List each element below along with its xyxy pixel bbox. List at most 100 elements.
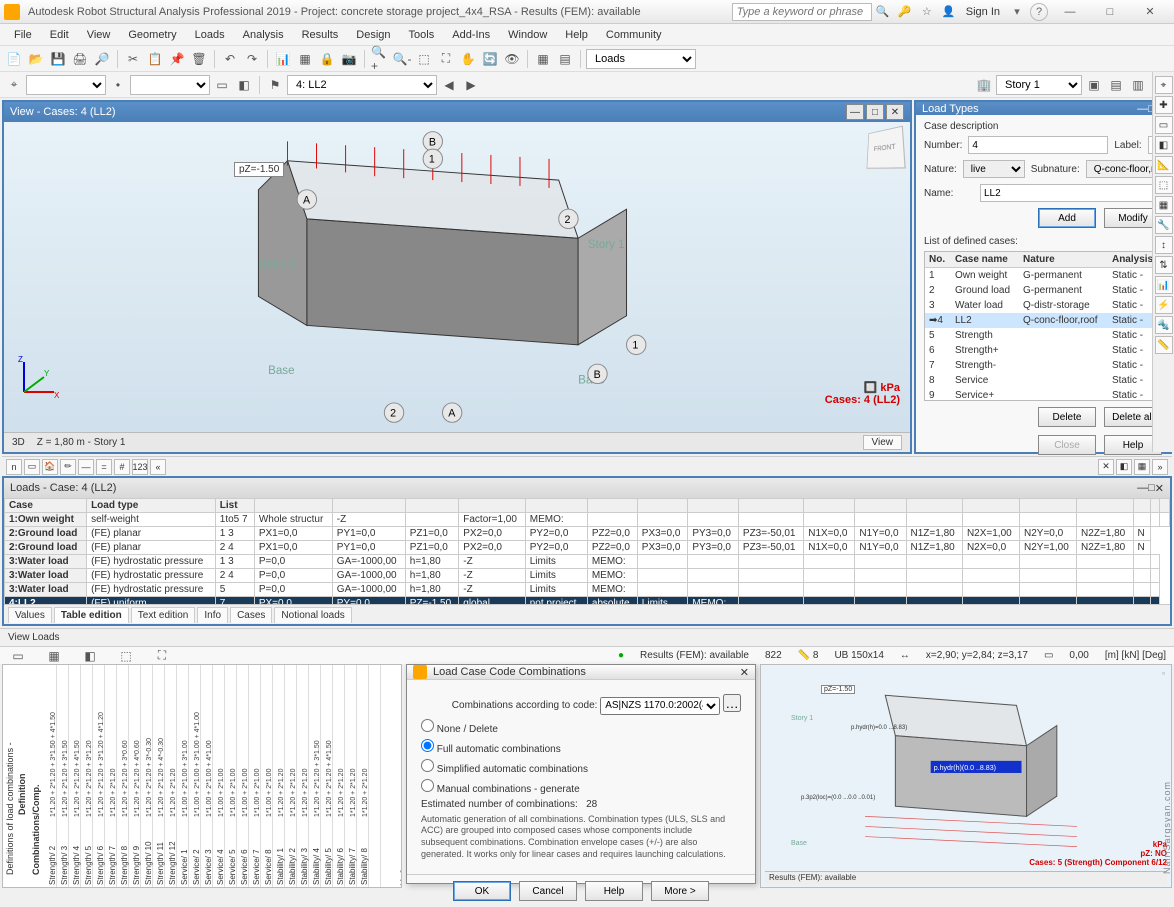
ib3-icon[interactable]: ◧ bbox=[80, 646, 100, 666]
st1-icon[interactable]: ▣ bbox=[1084, 75, 1104, 95]
tab-info[interactable]: Info bbox=[197, 607, 228, 623]
menu-tools[interactable]: Tools bbox=[401, 27, 443, 43]
user-icon[interactable]: 👤 bbox=[940, 3, 958, 21]
view-mode[interactable]: 3D bbox=[12, 437, 25, 448]
loads-table[interactable]: CaseLoad typeList1:Own weightself-weight… bbox=[4, 498, 1170, 604]
dlg-help-button[interactable]: Help bbox=[585, 881, 643, 901]
view-close-icon[interactable]: ✕ bbox=[886, 104, 904, 120]
menu-analysis[interactable]: Analysis bbox=[235, 27, 292, 43]
next-icon[interactable]: ▶ bbox=[461, 75, 481, 95]
tab-table-edition[interactable]: Table edition bbox=[54, 607, 129, 623]
menu-edit[interactable]: Edit bbox=[42, 27, 77, 43]
calc-icon[interactable]: 📊 bbox=[273, 49, 293, 69]
ib4-icon[interactable]: ⬚ bbox=[116, 646, 136, 666]
paste-icon[interactable]: 📌 bbox=[167, 49, 187, 69]
rs10-icon[interactable]: ⇅ bbox=[1155, 256, 1173, 274]
binoculars-icon[interactable]: 🔍 bbox=[874, 3, 892, 21]
save-icon[interactable]: 💾 bbox=[48, 49, 68, 69]
code-select[interactable]: AS|NZS 1170.0:2002(4 bbox=[600, 697, 720, 715]
case-row[interactable]: 5StrengthStatic - bbox=[925, 328, 1161, 343]
preview-panel[interactable]: p.hydr(h)(0.0 ..8.83) ▫ kPa pZ: NO Cases… bbox=[760, 664, 1172, 888]
tab-cases[interactable]: Cases bbox=[230, 607, 272, 623]
loads-row[interactable]: 1:Own weightself-weight1to5 7Whole struc… bbox=[5, 513, 1170, 527]
menu-geometry[interactable]: Geometry bbox=[120, 27, 184, 43]
selpanel-icon[interactable]: ▭ bbox=[212, 75, 232, 95]
zoomout-icon[interactable]: 🔍- bbox=[392, 49, 412, 69]
selobj-icon[interactable]: ◧ bbox=[234, 75, 254, 95]
rs9-icon[interactable]: ↕ bbox=[1155, 236, 1173, 254]
case-row[interactable]: 3Water loadQ-distr-storageStatic - bbox=[925, 298, 1161, 313]
rs11-icon[interactable]: 📊 bbox=[1155, 276, 1173, 294]
open-icon[interactable]: 📂 bbox=[26, 49, 46, 69]
navcube[interactable]: FRONT bbox=[867, 126, 906, 169]
vtr3-icon[interactable]: ▦ bbox=[1134, 459, 1150, 475]
layout-select[interactable]: Loads bbox=[586, 49, 696, 69]
case-row[interactable]: 9Service+Static - bbox=[925, 388, 1161, 401]
vtr2-icon[interactable]: ◧ bbox=[1116, 459, 1132, 475]
node-select[interactable] bbox=[130, 75, 210, 95]
add-button[interactable]: Add bbox=[1038, 208, 1096, 228]
case-select[interactable]: 4: LL2 bbox=[287, 75, 437, 95]
ok-button[interactable]: OK bbox=[453, 881, 511, 901]
maximize-button[interactable]: □ bbox=[1090, 2, 1130, 22]
pan-icon[interactable]: ✋ bbox=[458, 49, 478, 69]
vt6-icon[interactable]: = bbox=[96, 459, 112, 475]
rs12-icon[interactable]: ⚡ bbox=[1155, 296, 1173, 314]
vt9-icon[interactable]: « bbox=[150, 459, 166, 475]
lock-icon[interactable]: 🔒 bbox=[317, 49, 337, 69]
search-input[interactable] bbox=[732, 3, 872, 21]
vt7-icon[interactable]: # bbox=[114, 459, 130, 475]
vt3-icon[interactable]: 🏠 bbox=[42, 459, 58, 475]
vt2-icon[interactable]: ▭ bbox=[24, 459, 40, 475]
opt-man[interactable]: Manual combinations - generate bbox=[421, 784, 580, 795]
name-input[interactable] bbox=[980, 184, 1162, 202]
copy-icon[interactable]: 📋 bbox=[145, 49, 165, 69]
rotate-icon[interactable]: 🔄 bbox=[480, 49, 500, 69]
rs8-icon[interactable]: 🔧 bbox=[1155, 216, 1173, 234]
zoomfit-icon[interactable]: ⛶ bbox=[436, 49, 456, 69]
menu-addins[interactable]: Add-Ins bbox=[444, 27, 498, 43]
menu-loads[interactable]: Loads bbox=[187, 27, 233, 43]
case-row[interactable]: 8ServiceStatic - bbox=[925, 373, 1161, 388]
view-min-icon[interactable]: — bbox=[846, 104, 864, 120]
minimize-button[interactable]: — bbox=[1050, 2, 1090, 22]
number-input[interactable] bbox=[968, 136, 1108, 154]
rs5-icon[interactable]: 📐 bbox=[1155, 156, 1173, 174]
loads-row[interactable]: 3:Water load(FE) hydrostatic pressure1 3… bbox=[5, 555, 1170, 569]
case-list[interactable]: No.Case nameNatureAnalysis 1Own weightG-… bbox=[924, 251, 1162, 401]
loads-row[interactable]: 4:LL2(FE) uniform7PX=0,0PY=0,0PZ=-1,50gl… bbox=[5, 597, 1170, 605]
lg-close-icon[interactable]: ✕ bbox=[1155, 482, 1164, 495]
selnode-icon[interactable]: • bbox=[108, 75, 128, 95]
menu-results[interactable]: Results bbox=[294, 27, 347, 43]
cancel-button[interactable]: Cancel bbox=[519, 881, 577, 901]
dlg-close-icon[interactable]: ✕ bbox=[740, 666, 749, 679]
loads-row[interactable]: 2:Ground load(FE) planar2 4PX1=0,0PY1=0,… bbox=[5, 541, 1170, 555]
dropdown-icon[interactable]: ▾ bbox=[1008, 3, 1026, 21]
vt8-icon[interactable]: 123 bbox=[132, 459, 148, 475]
view-tab[interactable]: View bbox=[863, 435, 903, 450]
redo-icon[interactable]: ↷ bbox=[242, 49, 262, 69]
ib5-icon[interactable]: ⛶ bbox=[152, 646, 172, 666]
zoomwin-icon[interactable]: ⬚ bbox=[414, 49, 434, 69]
table-icon[interactable]: ▦ bbox=[295, 49, 315, 69]
case-row[interactable]: 6Strength+Static - bbox=[925, 343, 1161, 358]
menu-design[interactable]: Design bbox=[348, 27, 398, 43]
lt-min-icon[interactable]: — bbox=[1137, 103, 1148, 115]
case-row[interactable]: ➡4LL2Q-conc-floor,roofStatic - bbox=[925, 313, 1161, 328]
rs14-icon[interactable]: 📏 bbox=[1155, 336, 1173, 354]
cut-icon[interactable]: ✂ bbox=[123, 49, 143, 69]
rs3-icon[interactable]: ▭ bbox=[1155, 116, 1173, 134]
vtr4-icon[interactable]: » bbox=[1152, 459, 1168, 475]
st2-icon[interactable]: ▤ bbox=[1106, 75, 1126, 95]
vt1-icon[interactable]: n bbox=[6, 459, 22, 475]
case-row[interactable]: 7Strength-Static - bbox=[925, 358, 1161, 373]
close-button[interactable]: ✕ bbox=[1130, 2, 1170, 22]
selbar-icon[interactable]: ⌖ bbox=[4, 75, 24, 95]
grid2-icon[interactable]: ▤ bbox=[555, 49, 575, 69]
menu-window[interactable]: Window bbox=[500, 27, 555, 43]
undo-icon[interactable]: ↶ bbox=[220, 49, 240, 69]
menu-file[interactable]: File bbox=[6, 27, 40, 43]
rs1-icon[interactable]: ⌖ bbox=[1155, 76, 1173, 94]
grid-icon[interactable]: ▦ bbox=[533, 49, 553, 69]
tab-values[interactable]: Values bbox=[8, 607, 52, 623]
